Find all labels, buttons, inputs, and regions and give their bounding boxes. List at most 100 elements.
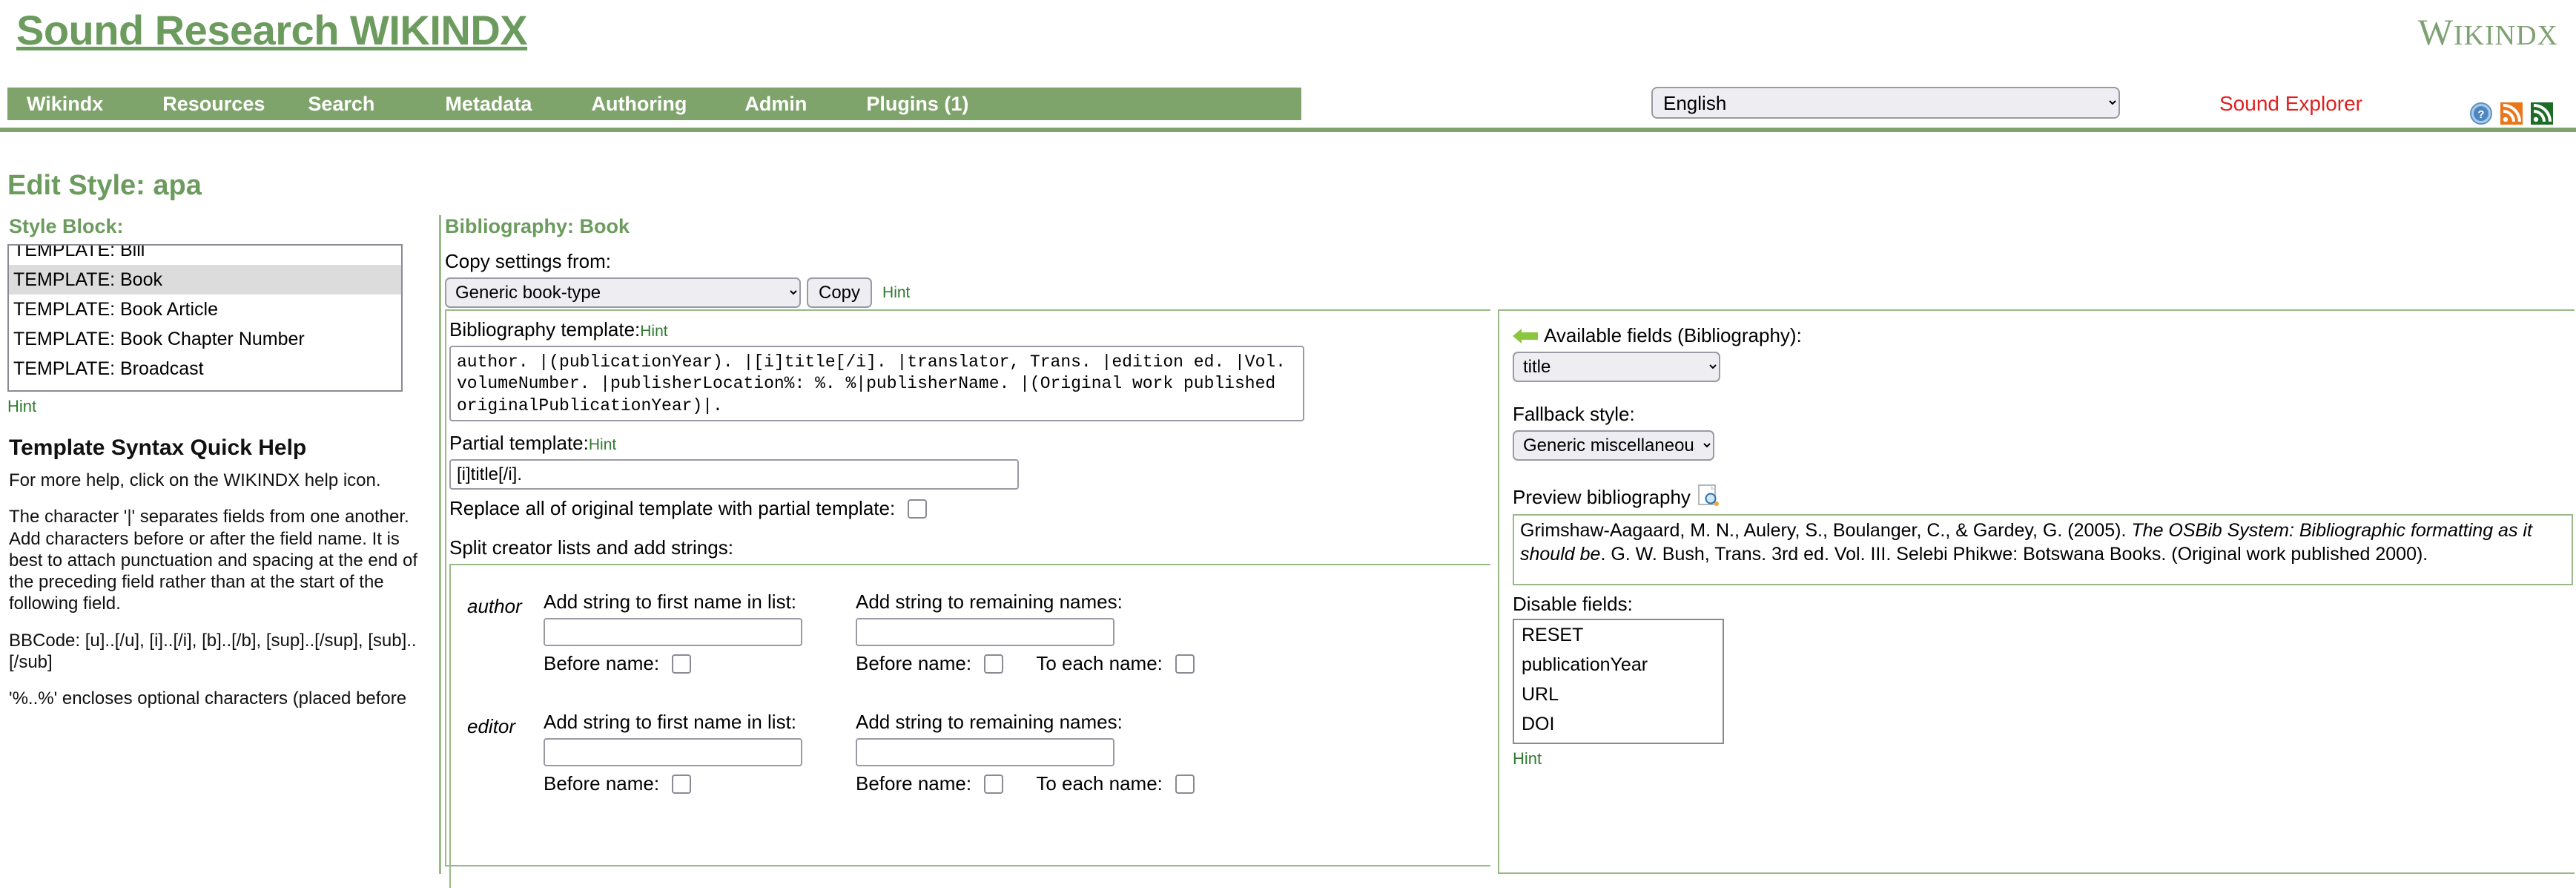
creator-row-editor: editor Add string to first name in list:…	[451, 711, 1490, 795]
creator-remaining-input[interactable]	[856, 738, 1114, 766]
nav-item-resources[interactable]: Resources	[155, 93, 272, 116]
bibliography-template-textarea[interactable]: author. |(publicationYear). |[i]title[/i…	[449, 346, 1304, 421]
right-panel: Available fields (Bibliography): title F…	[1498, 309, 2575, 874]
creator-remaining-checkbox-row: Before name: To each name:	[856, 772, 1195, 795]
replace-all-row: Replace all of original template with pa…	[449, 497, 1490, 520]
bibliography-settings-panel: Bibliography template: Hint author. |(pu…	[445, 309, 1490, 866]
creator-remaining-group: Add string to remaining names: Before na…	[856, 591, 1195, 675]
rss-orange-icon-glyph	[2500, 102, 2523, 125]
style-block-option[interactable]: TEMPLATE: Broadcast	[9, 354, 401, 384]
available-fields-label: Available fields (Bibliography):	[1544, 324, 1802, 346]
preview-magnifier-icon[interactable]	[1698, 484, 1719, 510]
bibliography-template-hint-link[interactable]: Hint	[640, 323, 667, 341]
disable-fields-hint-link[interactable]: Hint	[1513, 749, 1542, 769]
creator-first-before-label: Before name:	[544, 772, 659, 795]
logo-rest: IKINDX	[2454, 20, 2558, 51]
header-icon-bar: ?	[2470, 102, 2553, 125]
creator-first-name-label: Add string to first name in list:	[544, 711, 802, 734]
site-title[interactable]: Sound Research WIKINDX	[16, 6, 527, 54]
bibliography-template-label: Bibliography template:	[449, 318, 640, 341]
partial-template-label: Partial template:	[449, 432, 589, 455]
sound-explorer-link[interactable]: Sound Explorer	[2219, 92, 2362, 116]
creator-name-editor: editor	[451, 711, 544, 738]
disable-fields-listbox[interactable]: RESET publicationYear URL DOI	[1513, 619, 1724, 744]
disable-fields-option[interactable]: publicationYear	[1514, 650, 1723, 680]
preview-magnifier-icon-glyph	[1698, 484, 1719, 507]
partial-template-input[interactable]	[449, 459, 1019, 490]
nav-item-metadata[interactable]: Metadata	[437, 93, 539, 116]
copy-settings-row: Generic book-type Copy Hint	[445, 277, 1490, 308]
creator-remaining-label: Add string to remaining names:	[856, 711, 1195, 734]
style-block-option[interactable]: TEMPLATE: Brochure	[9, 384, 401, 392]
creator-first-before-row: Before name:	[544, 772, 802, 795]
creator-each-name-label: To each name:	[1036, 652, 1163, 674]
replace-all-label: Replace all of original template with pa…	[449, 497, 895, 519]
preview-bibliography-box: Grimshaw-Aagaard, M. N., Aulery, S., Bou…	[1513, 514, 2573, 585]
creator-first-before-label: Before name:	[544, 652, 659, 674]
partial-template-label-row: Partial template: Hint	[449, 432, 1490, 455]
arrow-left-icon	[1513, 329, 1538, 343]
creator-first-name-label: Add string to first name in list:	[544, 591, 802, 614]
partial-template-hint-link[interactable]: Hint	[589, 436, 616, 454]
preview-text-part1: Grimshaw-Aagaard, M. N., Aulery, S., Bou…	[1520, 520, 2131, 541]
creator-first-before-checkbox[interactable]	[672, 654, 691, 674]
wikindx-logo: WIKINDX	[2418, 10, 2558, 53]
style-block-label: Style Block:	[9, 215, 439, 238]
language-select[interactable]: English	[1651, 87, 2120, 119]
style-block-option[interactable]: TEMPLATE: Book Article	[9, 295, 401, 324]
template-help-paragraph: The character '|' separates fields from …	[9, 506, 424, 614]
creator-remaining-checkbox-row: Before name: To each name:	[856, 652, 1195, 675]
bibliography-heading: Bibliography: Book	[445, 215, 1490, 238]
disable-fields-option-reset[interactable]: RESET	[1514, 620, 1723, 650]
nav-item-authoring[interactable]: Authoring	[584, 93, 694, 116]
nav-item-admin[interactable]: Admin	[737, 93, 814, 116]
help-icon-glyph: ?	[2470, 102, 2492, 125]
available-fields-label-row: Available fields (Bibliography):	[1513, 324, 2575, 347]
creator-first-before-checkbox[interactable]	[672, 774, 691, 794]
creator-each-name-checkbox[interactable]	[1175, 654, 1195, 674]
creator-remaining-input[interactable]	[856, 618, 1114, 646]
spacer	[1513, 461, 2575, 481]
disable-fields-option[interactable]: DOI	[1514, 709, 1723, 739]
nav-item-plugins[interactable]: Plugins (1)	[859, 93, 976, 116]
copy-settings-select[interactable]: Generic book-type	[445, 277, 801, 308]
nav-item-search[interactable]: Search	[300, 93, 382, 116]
replace-all-checkbox[interactable]	[908, 499, 927, 519]
copy-button[interactable]: Copy	[807, 277, 872, 308]
preview-label-row: Preview bibliography	[1513, 484, 2575, 510]
style-block-option[interactable]: TEMPLATE: Book Chapter Number	[9, 324, 401, 354]
main-content: Bibliography: Book Copy settings from: G…	[445, 215, 1490, 308]
template-help-paragraph: BBCode: [u]..[/u], [i]..[/i], [b]..[/b],…	[9, 630, 424, 674]
creator-row-author: author Add string to first name in list:…	[451, 591, 1490, 675]
help-icon[interactable]: ?	[2470, 102, 2492, 125]
available-fields-select[interactable]: title	[1513, 352, 1720, 382]
creator-remaining-before-checkbox[interactable]	[984, 774, 1003, 794]
copy-settings-label: Copy settings from:	[445, 250, 1490, 273]
page-title: Edit Style: apa	[7, 170, 202, 202]
style-block-option-selected[interactable]: TEMPLATE: Book	[9, 265, 401, 295]
spacer	[1513, 382, 2575, 403]
style-block-listbox[interactable]: TEMPLATE: Bill TEMPLATE: Book TEMPLATE: …	[7, 244, 403, 392]
bibliography-template-label-row: Bibliography template: Hint	[449, 318, 1490, 341]
nav-item-wikindx[interactable]: Wikindx	[19, 93, 110, 116]
copy-hint-link[interactable]: Hint	[882, 284, 910, 302]
style-block-option[interactable]: TEMPLATE: Bill	[9, 244, 401, 265]
creator-first-name-group: Add string to first name in list: Before…	[544, 711, 802, 795]
rss-green-icon[interactable]	[2531, 102, 2553, 125]
fallback-style-select[interactable]: Generic miscellaneous	[1513, 430, 1714, 461]
creator-first-name-input[interactable]	[544, 618, 802, 646]
split-creators-box: author Add string to first name in list:…	[449, 564, 1490, 888]
creator-each-name-checkbox[interactable]	[1175, 774, 1195, 794]
creator-first-name-group: Add string to first name in list: Before…	[544, 591, 802, 675]
disable-fields-label: Disable fields:	[1513, 593, 2575, 616]
creator-first-name-input[interactable]	[544, 738, 802, 766]
rss-orange-icon[interactable]	[2500, 102, 2523, 125]
creator-remaining-before-checkbox[interactable]	[984, 654, 1003, 674]
split-creators-label: Split creator lists and add strings:	[449, 536, 1490, 559]
nav-bar-wrapper: Wikindx Resources Search Metadata Author…	[0, 82, 2576, 132]
style-block-hint-link[interactable]: Hint	[7, 397, 36, 416]
creator-remaining-before-label: Before name:	[856, 652, 971, 674]
disable-fields-option[interactable]: URL	[1514, 680, 1723, 709]
creator-each-name-label: To each name:	[1036, 772, 1163, 795]
logo-first-letter: W	[2418, 11, 2454, 53]
